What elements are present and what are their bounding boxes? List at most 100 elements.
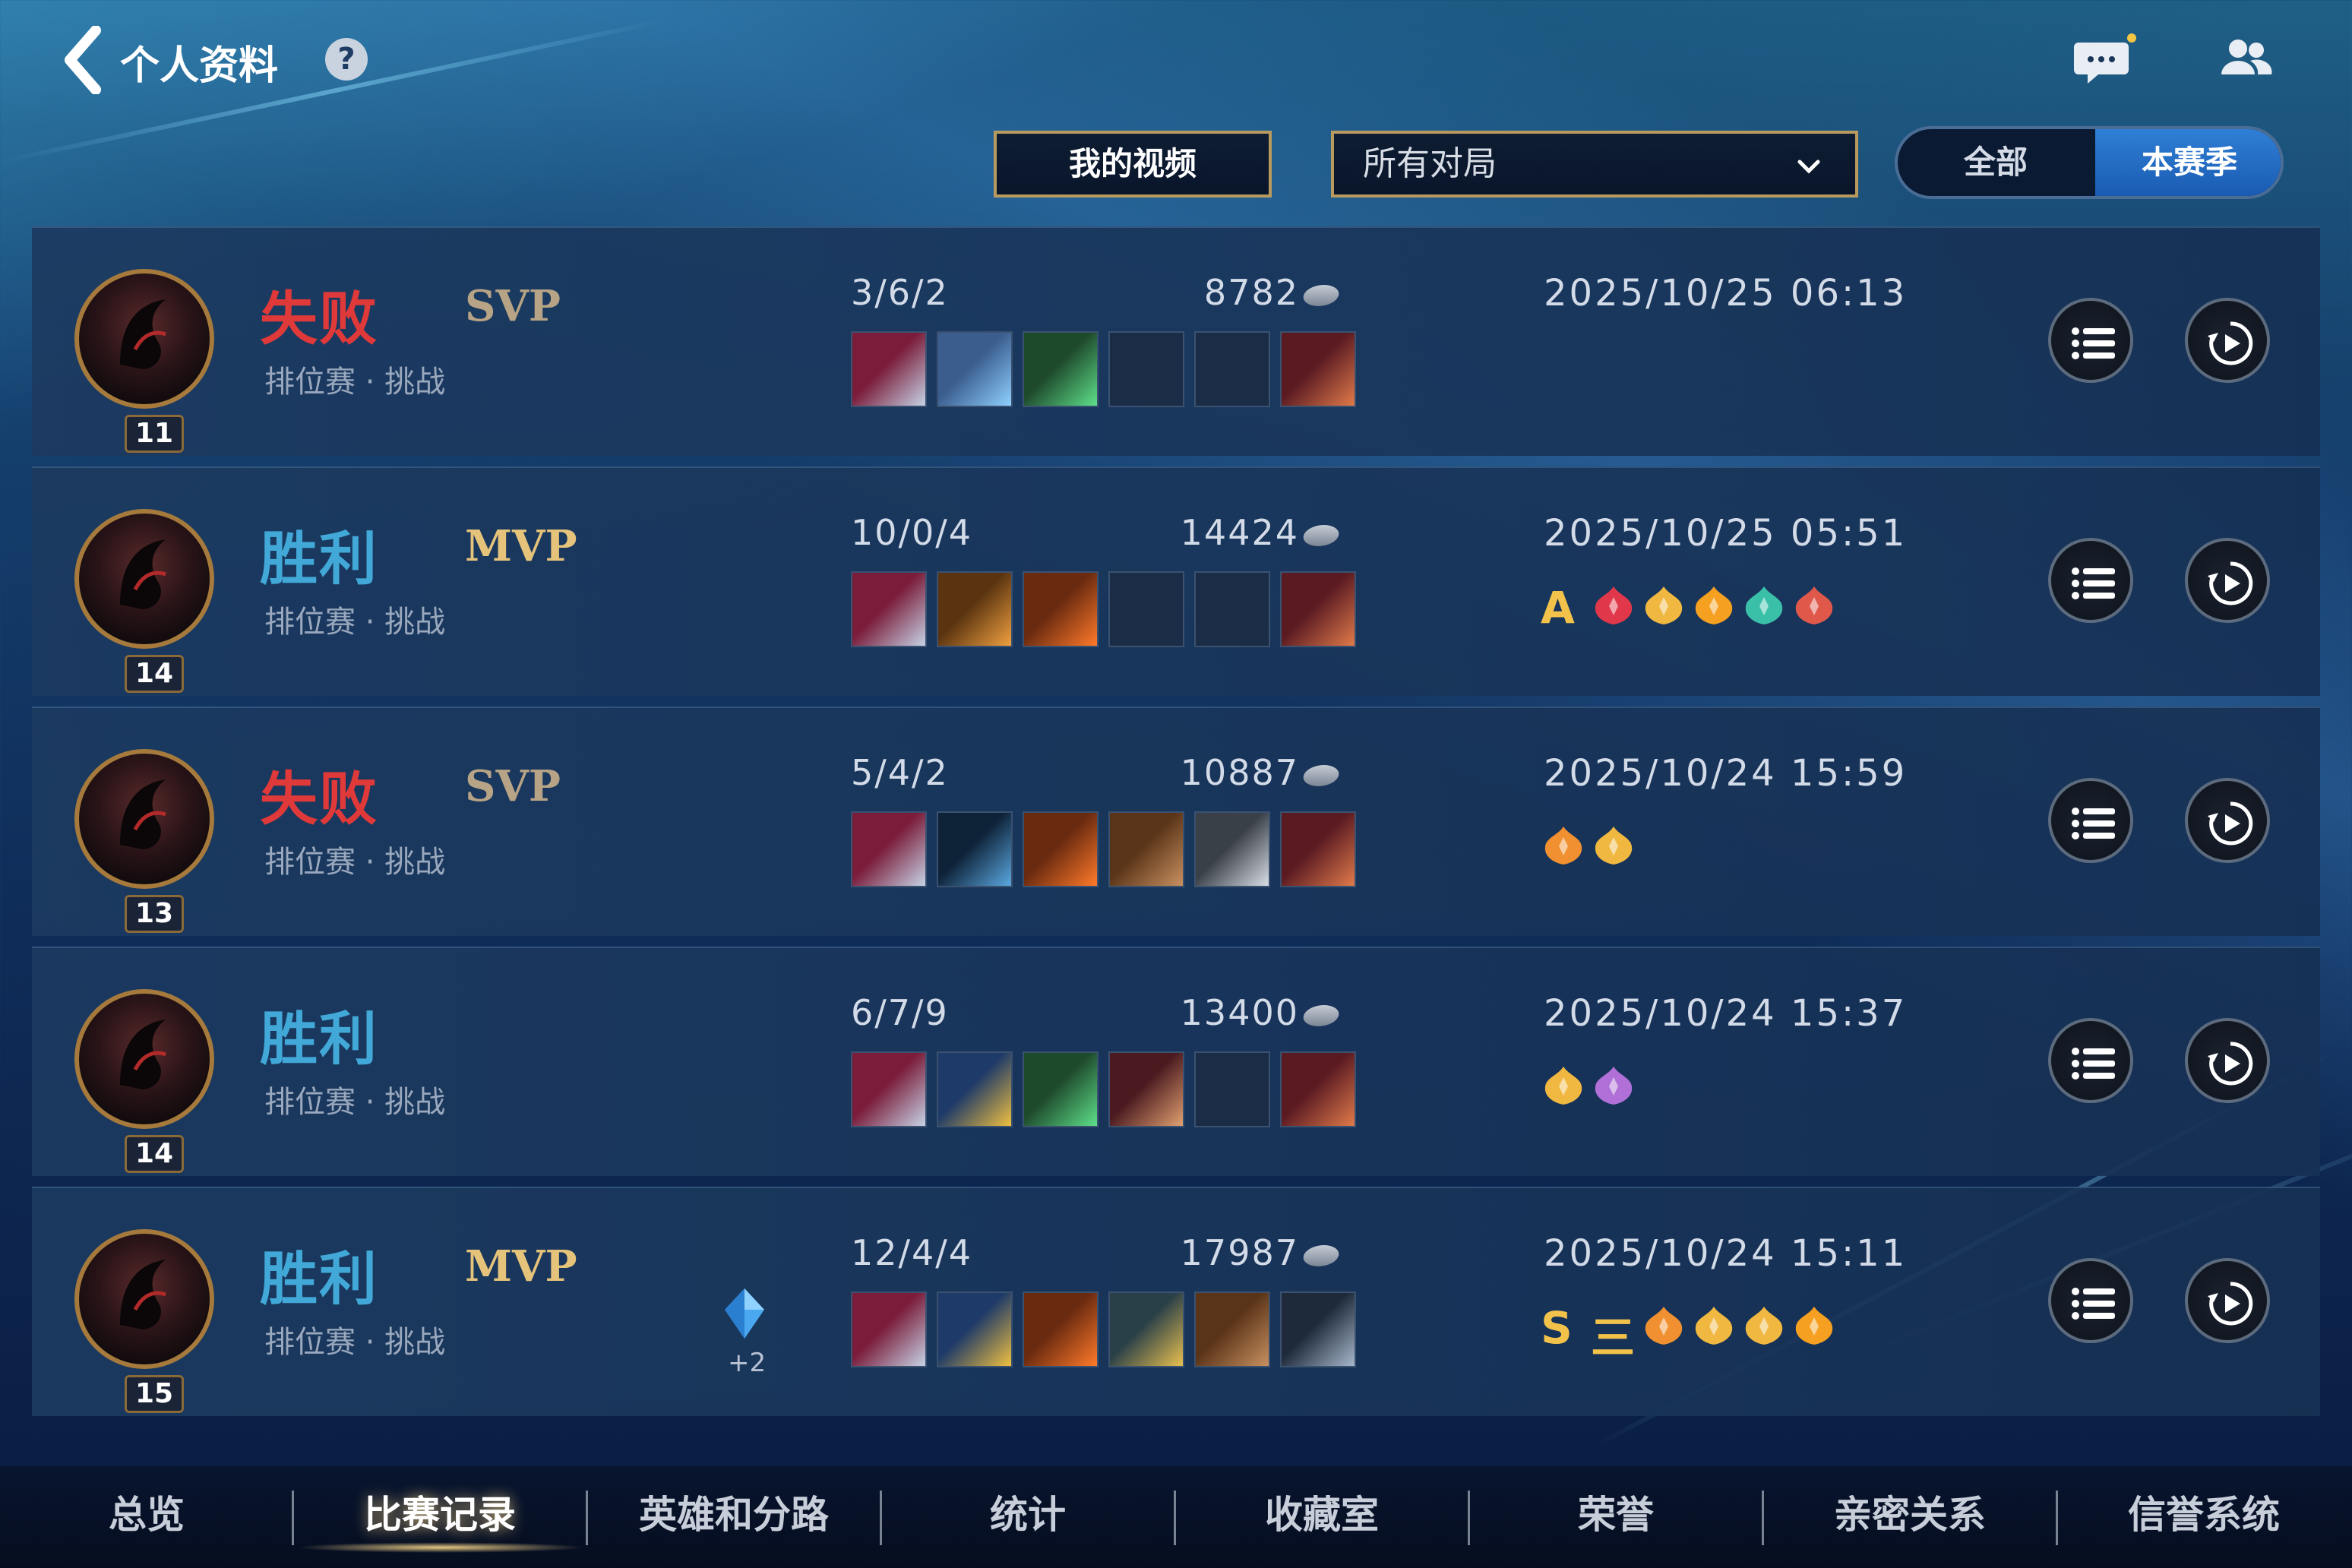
hero-avatar: 11: [74, 269, 214, 453]
green-helm-icon[interactable]: [1023, 1051, 1099, 1127]
hammer-icon[interactable]: [1108, 811, 1184, 887]
blade-scythe-icon[interactable]: [851, 331, 927, 407]
nav-divider: [1174, 1491, 1176, 1545]
match-details-button[interactable]: [2048, 1018, 2133, 1103]
replay-button[interactable]: [2185, 1258, 2270, 1343]
dark-spear-icon[interactable]: [937, 811, 1013, 887]
match-row[interactable]: 14 胜利 MVP 排位赛 · 挑战 10/0/4 14424 2025/10/25 05…: [32, 466, 2320, 696]
match-row[interactable]: 11 失败 SVP 排位赛 · 挑战 3/6/2 8782 2025/10/25 06:1…: [32, 226, 2320, 456]
gold-earned: 13400: [1080, 992, 1342, 1033]
list-icon: [2072, 567, 2115, 599]
nav-tab[interactable]: 总览: [0, 1484, 293, 1539]
empty-item-slot: [1194, 571, 1270, 647]
hero-level: 14: [125, 1135, 184, 1173]
chain-hammer-icon[interactable]: [1280, 1051, 1356, 1127]
game-mode: 排位赛 · 挑战: [264, 1325, 446, 1360]
bonus-count: +2: [728, 1348, 767, 1378]
kda: 3/6/2: [851, 272, 949, 313]
active-tab-glow: [296, 1542, 585, 1553]
flame-sword-icon[interactable]: [1023, 1291, 1099, 1367]
gold-value: 17987: [1180, 1232, 1299, 1273]
nav-tab[interactable]: 收藏室: [1175, 1484, 1468, 1539]
twin-arrows-icon[interactable]: [937, 571, 1013, 647]
nav-tab[interactable]: 比赛记录: [293, 1484, 586, 1539]
match-row[interactable]: 13 失败 SVP 排位赛 · 挑战 5/4/2 10887 2025/10/24 15:…: [32, 707, 2320, 936]
match-datetime: 2025/10/24 15:59: [1544, 752, 1908, 795]
match-filter-dropdown[interactable]: 所有对局: [1331, 131, 1858, 198]
my-videos-button[interactable]: 我的视频: [994, 131, 1272, 198]
hero-avatar: 15: [74, 1229, 214, 1413]
green-helm-icon[interactable]: [1023, 331, 1099, 407]
hammer-icon[interactable]: [1194, 1291, 1270, 1367]
demon-medal-icon: [1795, 586, 1833, 624]
purple-wing-medal-icon: [1595, 1067, 1633, 1105]
coin-icon: [1301, 284, 1342, 306]
flame-sword-icon[interactable]: [1023, 571, 1099, 647]
replay-button[interactable]: [2185, 538, 2270, 623]
coin-icon: [1301, 764, 1342, 786]
game-mode: 排位赛 · 挑战: [264, 605, 446, 640]
blade-scythe-icon[interactable]: [851, 811, 927, 887]
chain-hammer-icon[interactable]: [1280, 571, 1356, 647]
spirit-mask-icon[interactable]: [1280, 1291, 1356, 1367]
chat-icon[interactable]: [2074, 32, 2138, 90]
match-details-button[interactable]: [2048, 298, 2133, 383]
gold-earned: 17987: [1080, 1232, 1342, 1273]
golden-dragon-icon[interactable]: [1108, 1291, 1184, 1367]
nav-tab[interactable]: 荣誉: [1469, 1484, 1762, 1539]
nav-divider: [2056, 1491, 2058, 1545]
blade-scythe-icon[interactable]: [851, 1291, 927, 1367]
chain-hammer-icon[interactable]: [1280, 811, 1356, 887]
armor-vest-icon[interactable]: [937, 331, 1013, 407]
nav-tab[interactable]: 统计: [881, 1484, 1174, 1539]
nav-tab[interactable]: 信誉系统: [2057, 1484, 2350, 1539]
replay-button[interactable]: [2185, 778, 2270, 863]
toggle-season[interactable]: 本赛季: [2095, 129, 2281, 196]
gold-value: 8782: [1203, 272, 1299, 313]
list-icon: [2072, 327, 2115, 359]
kda: 6/7/9: [851, 992, 949, 1033]
gold-crossbow-icon[interactable]: [937, 1291, 1013, 1367]
laurel-medal-icon: [1595, 827, 1633, 865]
performance-badge: MVP: [465, 521, 577, 571]
winged-medal-icon: [1544, 827, 1582, 865]
list-icon: [2072, 808, 2115, 839]
game-mode: 排位赛 · 挑战: [264, 365, 446, 400]
match-row[interactable]: 15 胜利 MVP 排位赛 · 挑战 +2 12/4/4 17987 2025/10/24 …: [32, 1187, 2320, 1416]
back-chevron-icon[interactable]: [61, 25, 106, 95]
coin-icon: [1301, 524, 1342, 546]
blade-scythe-icon[interactable]: [851, 571, 927, 647]
nav-divider: [292, 1491, 294, 1545]
gold-earned: 8782: [1080, 272, 1342, 313]
medal-letter: A: [1541, 582, 1575, 634]
nav-divider: [1762, 1491, 1764, 1545]
match-details-button[interactable]: [2048, 538, 2133, 623]
match-result: 胜利: [260, 525, 378, 593]
replay-button[interactable]: [2185, 1018, 2270, 1103]
coin-icon: [1301, 1004, 1342, 1026]
match-details-button[interactable]: [2048, 1258, 2133, 1343]
empty-item-slot: [1108, 571, 1184, 647]
match-datetime: 2025/10/25 05:51: [1544, 512, 1908, 555]
range-toggle[interactable]: 全部 本赛季: [1895, 126, 2284, 199]
gold-crossbow-icon[interactable]: [937, 1051, 1013, 1127]
hero-avatar: 14: [74, 509, 214, 693]
help-icon[interactable]: ?: [325, 38, 368, 81]
blade-scythe-icon[interactable]: [851, 1051, 927, 1127]
broad-sword-icon[interactable]: [1194, 811, 1270, 887]
nav-tab[interactable]: 英雄和分路: [587, 1484, 880, 1539]
swirl-medal-icon: [1745, 1307, 1783, 1345]
bottom-nav: 总览 比赛记录 英雄和分路 统计 收藏室 荣誉 亲密关系 信誉系统: [0, 1466, 2352, 1568]
toggle-all[interactable]: 全部: [1898, 129, 2094, 196]
kda: 10/0/4: [851, 512, 973, 553]
dagger-icon[interactable]: [1108, 1051, 1184, 1127]
list-icon: [2072, 1048, 2115, 1080]
nav-tab[interactable]: 亲密关系: [1763, 1484, 2056, 1539]
match-details-button[interactable]: [2048, 778, 2133, 863]
friends-icon[interactable]: [2218, 35, 2273, 81]
match-row[interactable]: 14 胜利 排位赛 · 挑战 6/7/9 13400 2025/10/24 15:37: [32, 947, 2320, 1176]
replay-button[interactable]: [2185, 298, 2270, 383]
empty-item-slot: [1194, 331, 1270, 407]
chain-hammer-icon[interactable]: [1280, 331, 1356, 407]
flame-sword-icon[interactable]: [1023, 811, 1099, 887]
